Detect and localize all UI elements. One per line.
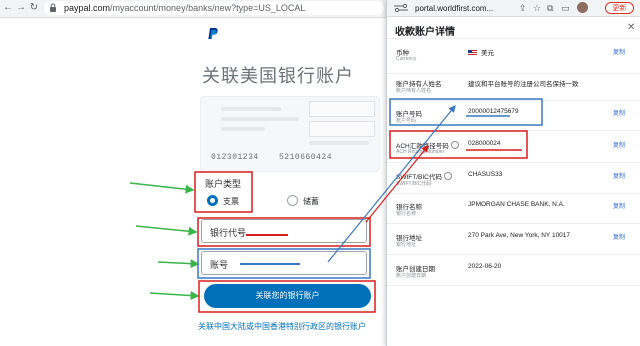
- row-divider: [387, 100, 640, 101]
- close-icon[interactable]: ✕: [627, 22, 635, 33]
- detail-row-swift: SWIFT/BIC代码 SWIFT/BIC代码 CHASUS33 复制: [387, 169, 640, 199]
- routing-number-placeholder: 银行代号: [210, 228, 247, 238]
- info-icon[interactable]: [450, 141, 459, 149]
- avatar[interactable]: [577, 2, 588, 13]
- sidepanel-icon[interactable]: ▭: [561, 3, 570, 13]
- row-sublabel: 账户持有人姓名: [396, 88, 432, 94]
- lock-icon: [50, 3, 56, 12]
- share-icon[interactable]: ⇪: [519, 3, 527, 13]
- row-value: JPMORGAN CHASE BANK, N.A.: [468, 201, 565, 208]
- row-divider: [387, 285, 640, 286]
- extensions-icon[interactable]: ⧉: [547, 3, 553, 13]
- address-bar[interactable]: paypal.com/myaccount/money/banks/new?typ…: [44, 1, 384, 15]
- detail-row-created-date: 账户创建日期 账户创建日期 2022-06-20: [387, 261, 640, 291]
- detail-row-bank-name: 银行名称 银行名称 JPMORGAN CHASE BANK, N.A. 复制: [387, 199, 640, 229]
- check-account-number: 5210660424: [279, 153, 333, 162]
- row-value: 028000024: [468, 140, 501, 147]
- reload-icon[interactable]: ↻: [28, 2, 40, 14]
- checking-radio[interactable]: [207, 195, 218, 206]
- row-divider: [387, 223, 640, 224]
- worldfirst-browser-window: portal.worldfirst.com... ⇪ ☆ ⧉ ▭ 更新 收款账户…: [386, 0, 640, 346]
- url-host: paypal.com: [64, 3, 111, 13]
- panel-divider: [387, 38, 640, 39]
- url-path: /myaccount/money/banks/new?type=US_LOCAL: [110, 3, 306, 13]
- check-routing-number: 012301234: [211, 153, 259, 162]
- copy-button[interactable]: 复制: [613, 232, 625, 241]
- checking-label: 支票: [223, 197, 239, 206]
- back-icon[interactable]: ←: [2, 2, 14, 14]
- copy-button[interactable]: 复制: [613, 108, 625, 117]
- browser-toolbar-right: portal.worldfirst.com... ⇪ ☆ ⧉ ▭ 更新: [387, 0, 640, 17]
- copy-button[interactable]: 复制: [613, 171, 625, 180]
- check-illustration: 012301234 5210660424: [200, 96, 380, 172]
- address-bar-right[interactable]: portal.worldfirst.com...: [415, 4, 493, 13]
- account-number-input[interactable]: 账号: [201, 251, 367, 275]
- paypal-logo-icon: [208, 28, 218, 39]
- detail-row-ach-routing: ACH汇款路径号码 ACH Routing Number 028000024 复…: [387, 138, 640, 168]
- info-icon[interactable]: [443, 172, 452, 180]
- row-sublabel: SWIFT/BIC代码: [396, 181, 432, 187]
- row-sublabel: 银行地址: [396, 242, 417, 248]
- savings-label: 储蓄: [303, 197, 319, 206]
- panel-title: 收款账户详情: [395, 27, 455, 38]
- row-sublabel: Currency: [396, 56, 417, 62]
- row-divider: [387, 73, 640, 74]
- account-number-placeholder: 账号: [210, 260, 229, 270]
- account-type-label: 账户类型: [205, 179, 242, 189]
- row-value: 建议和平台账号的注册公司名保持一致: [468, 81, 579, 88]
- row-value: 美元: [468, 47, 494, 57]
- copy-button[interactable]: 复制: [613, 140, 625, 149]
- link-bank-account-button[interactable]: 关联您的银行账户: [204, 284, 371, 308]
- row-divider: [387, 254, 640, 255]
- row-sublabel: 账户创建日期: [396, 273, 427, 279]
- row-sublabel: 账户号码: [396, 118, 417, 124]
- row-divider: [387, 162, 640, 163]
- site-info-icon[interactable]: [393, 3, 409, 13]
- browser-toolbar: ← → ↻ paypal.com/myaccount/money/banks/n…: [0, 0, 387, 18]
- bookmark-star-icon[interactable]: ☆: [533, 3, 541, 13]
- row-value: 270 Park Ave, New York, NY 10017: [468, 232, 571, 239]
- copy-button[interactable]: 复制: [613, 47, 625, 56]
- detail-row-bank-address: 银行地址 银行地址 270 Park Ave, New York, NY 100…: [387, 230, 640, 260]
- savings-radio[interactable]: [287, 195, 298, 206]
- row-divider: [387, 130, 640, 131]
- forward-icon[interactable]: →: [15, 2, 27, 14]
- routing-number-input[interactable]: 银行代号: [201, 219, 367, 243]
- detail-row-currency: 币种 Currency 美元 复制: [387, 45, 640, 75]
- url-text: paypal.com/myaccount/money/banks/new?typ…: [64, 2, 305, 14]
- detail-row-account-number: 账户号码 账户号码 20000012475679 复制: [387, 106, 640, 136]
- row-divider: [387, 193, 640, 194]
- row-sublabel: ACH Routing Number: [396, 149, 445, 155]
- row-value: 20000012475679: [468, 108, 519, 115]
- row-value: 2022-06-20: [468, 263, 502, 270]
- paypal-browser-window: ← → ↻ paypal.com/myaccount/money/banks/n…: [0, 0, 387, 346]
- copy-button[interactable]: 复制: [613, 201, 625, 210]
- update-button[interactable]: 更新: [605, 2, 634, 14]
- us-flag-icon: [468, 50, 477, 56]
- detail-row-holder-name: 账户持有人姓名 账户持有人姓名 建议和平台账号的注册公司名保持一致: [387, 76, 640, 106]
- link-china-bank-account[interactable]: 关联中国大陆或中国香港特别行政区的银行账户: [198, 321, 366, 332]
- page-title: 关联美国银行账户: [202, 66, 354, 86]
- currency-value: 美元: [481, 50, 494, 57]
- row-value: CHASUS33: [468, 171, 503, 178]
- row-sublabel: 银行名称: [396, 211, 417, 217]
